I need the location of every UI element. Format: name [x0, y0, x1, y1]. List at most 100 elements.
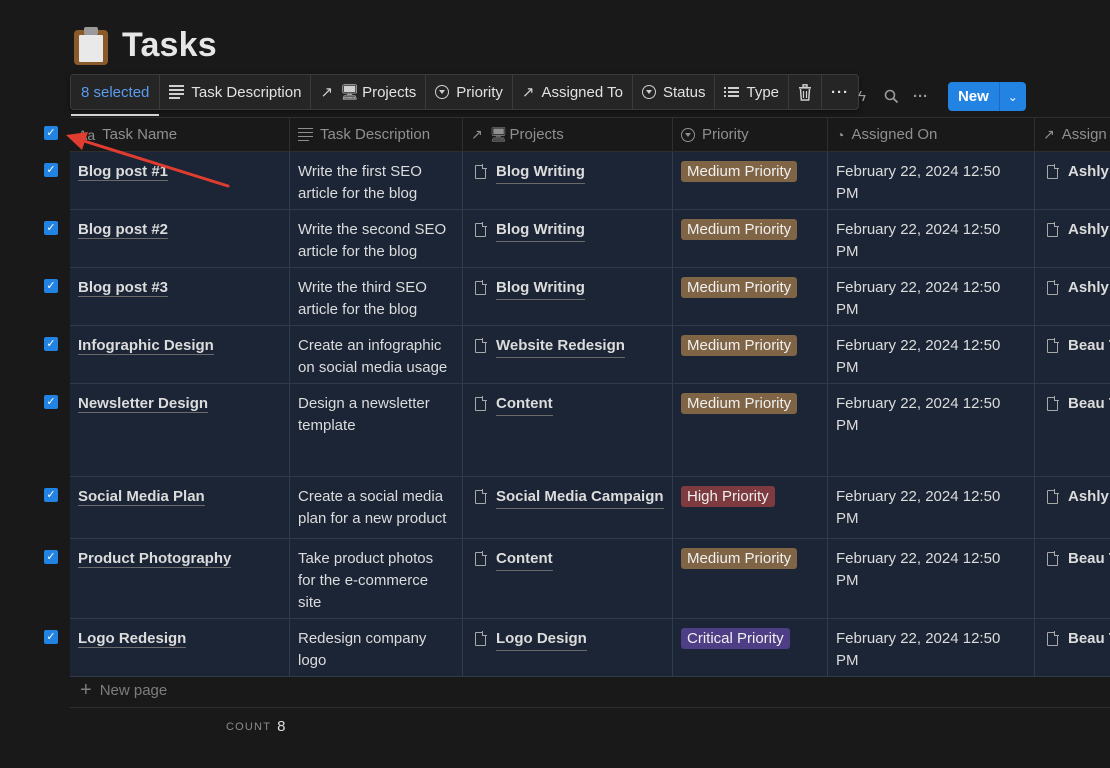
row-checkbox[interactable]: ✓	[44, 488, 58, 502]
row-checkbox[interactable]: ✓	[44, 337, 58, 351]
projects-cell[interactable]: Blog Writing	[463, 152, 673, 209]
table-row[interactable]: ✓ Blog post #3 Write the third SEO artic…	[44, 268, 1110, 326]
task-description-cell[interactable]: Design a newsletter template	[290, 384, 463, 476]
column-header-task-name[interactable]: Aa Task Name	[70, 118, 290, 151]
row-checkbox[interactable]: ✓	[44, 395, 58, 409]
project-link[interactable]: Website Redesign	[496, 335, 625, 358]
table-row[interactable]: ✓ Social Media Plan Create a social medi…	[44, 477, 1110, 539]
table-row[interactable]: ✓ Blog post #1 Write the first SEO artic…	[44, 152, 1110, 210]
column-header-assigned-to[interactable]: ↗ Assign	[1035, 118, 1110, 151]
assigned-to-cell[interactable]: Ashly	[1035, 268, 1110, 325]
task-name[interactable]: Blog post #3	[78, 279, 169, 297]
more-icon[interactable]: ···	[913, 88, 928, 105]
table-row[interactable]: ✓ Blog post #2 Write the second SEO arti…	[44, 210, 1110, 268]
task-name-cell[interactable]: Social Media Plan	[70, 477, 290, 538]
task-name-cell[interactable]: Blog post #3	[70, 268, 290, 325]
row-checkbox[interactable]: ✓	[44, 279, 58, 293]
priority-cell[interactable]: Medium Priority	[673, 384, 828, 476]
task-name[interactable]: Product Photography	[78, 550, 232, 568]
task-name-cell[interactable]: Blog post #1	[70, 152, 290, 209]
table-row[interactable]: ✓ Logo Redesign Redesign company logo Lo…	[44, 619, 1110, 677]
assigned-on-cell[interactable]: February 22, 2024 12:50 PM	[828, 619, 1035, 676]
assignee-link[interactable]: Ashly	[1068, 486, 1109, 508]
assigned-on-cell[interactable]: February 22, 2024 12:50 PM	[828, 326, 1035, 383]
project-link[interactable]: Content	[496, 393, 553, 416]
column-header-projects[interactable]: ↗ 🖥 Projects	[463, 118, 673, 151]
task-name-cell[interactable]: Infographic Design	[70, 326, 290, 383]
task-description-cell[interactable]: Write the first SEO article for the blog	[290, 152, 463, 209]
task-name-cell[interactable]: Blog post #2	[70, 210, 290, 267]
assignee-link[interactable]: Ashly	[1068, 219, 1109, 241]
projects-cell[interactable]: Content	[463, 539, 673, 618]
task-name[interactable]: Blog post #2	[78, 221, 169, 239]
delete-button[interactable]	[789, 75, 823, 109]
project-link[interactable]: Logo Design	[496, 628, 587, 651]
column-header-priority[interactable]: Priority	[673, 118, 828, 151]
assigned-to-cell[interactable]: Ashly	[1035, 210, 1110, 267]
edit-status-button[interactable]: Status	[633, 75, 716, 109]
task-description-cell[interactable]: Write the second SEO article for the blo…	[290, 210, 463, 267]
assignee-link[interactable]: Beau T	[1068, 548, 1110, 570]
table-row[interactable]: ✓ Product Photography Take product photo…	[44, 539, 1110, 619]
row-checkbox[interactable]: ✓	[44, 221, 58, 235]
automation-icon[interactable]: ϟ	[858, 88, 866, 105]
project-link[interactable]: Blog Writing	[496, 219, 585, 242]
priority-cell[interactable]: Critical Priority	[673, 619, 828, 676]
task-name-cell[interactable]: Logo Redesign	[70, 619, 290, 676]
task-description-cell[interactable]: Create a social media plan for a new pro…	[290, 477, 463, 538]
assignee-link[interactable]: Beau T	[1068, 393, 1110, 415]
assigned-to-cell[interactable]: Beau T	[1035, 619, 1110, 676]
task-name[interactable]: Logo Redesign	[78, 630, 187, 648]
task-name[interactable]: Newsletter Design	[78, 395, 209, 413]
edit-type-button[interactable]: Type	[715, 75, 790, 109]
project-link[interactable]: Blog Writing	[496, 277, 585, 300]
project-link[interactable]: Content	[496, 548, 553, 571]
new-page-button[interactable]: + New page	[70, 674, 1110, 708]
chevron-down-icon[interactable]: ⌄	[1000, 82, 1026, 111]
projects-cell[interactable]: Website Redesign	[463, 326, 673, 383]
task-name-cell[interactable]: Product Photography	[70, 539, 290, 618]
search-icon[interactable]	[884, 89, 899, 104]
edit-projects-button[interactable]: ↗ 🖥 Projects	[311, 75, 427, 109]
project-link[interactable]: Social Media Campaign	[496, 486, 664, 509]
task-description-cell[interactable]: Redesign company logo	[290, 619, 463, 676]
assignee-link[interactable]: Beau T	[1068, 628, 1110, 650]
selected-count-button[interactable]: 8 selected	[71, 75, 161, 116]
assigned-to-cell[interactable]: Beau T	[1035, 326, 1110, 383]
projects-cell[interactable]: Content	[463, 384, 673, 476]
priority-cell[interactable]: Medium Priority	[673, 539, 828, 618]
edit-priority-button[interactable]: Priority	[426, 75, 513, 109]
page-title[interactable]: Tasks	[122, 26, 217, 65]
row-checkbox[interactable]: ✓	[44, 550, 58, 564]
table-row[interactable]: ✓ Newsletter Design Design a newsletter …	[44, 384, 1110, 477]
task-description-cell[interactable]: Write the third SEO article for the blog	[290, 268, 463, 325]
task-name[interactable]: Social Media Plan	[78, 488, 205, 506]
task-name[interactable]: Infographic Design	[78, 337, 214, 355]
priority-cell[interactable]: Medium Priority	[673, 210, 828, 267]
new-button-label[interactable]: New	[948, 82, 1000, 111]
edit-task-description-button[interactable]: Task Description	[160, 75, 312, 109]
priority-cell[interactable]: Medium Priority	[673, 152, 828, 209]
task-description-cell[interactable]: Create an infographic on social media us…	[290, 326, 463, 383]
row-checkbox[interactable]: ✓	[44, 163, 58, 177]
column-header-task-description[interactable]: Task Description	[290, 118, 463, 151]
task-name-cell[interactable]: Newsletter Design	[70, 384, 290, 476]
assigned-on-cell[interactable]: February 22, 2024 12:50 PM	[828, 210, 1035, 267]
select-all-checkbox[interactable]: ✓	[44, 126, 58, 140]
projects-cell[interactable]: Social Media Campaign	[463, 477, 673, 538]
project-link[interactable]: Blog Writing	[496, 161, 585, 184]
assigned-on-cell[interactable]: February 22, 2024 12:50 PM	[828, 477, 1035, 538]
new-button[interactable]: New ⌄	[947, 82, 1026, 111]
assignee-link[interactable]: Ashly	[1068, 277, 1109, 299]
row-checkbox[interactable]: ✓	[44, 630, 58, 644]
projects-cell[interactable]: Logo Design	[463, 619, 673, 676]
assigned-on-cell[interactable]: February 22, 2024 12:50 PM	[828, 384, 1035, 476]
assigned-on-cell[interactable]: February 22, 2024 12:50 PM	[828, 152, 1035, 209]
projects-cell[interactable]: Blog Writing	[463, 210, 673, 267]
priority-cell[interactable]: Medium Priority	[673, 326, 828, 383]
assigned-on-cell[interactable]: February 22, 2024 12:50 PM	[828, 268, 1035, 325]
assigned-to-cell[interactable]: Beau T	[1035, 384, 1110, 476]
task-name[interactable]: Blog post #1	[78, 163, 169, 181]
assignee-link[interactable]: Beau T	[1068, 335, 1110, 357]
priority-cell[interactable]: High Priority	[673, 477, 828, 538]
